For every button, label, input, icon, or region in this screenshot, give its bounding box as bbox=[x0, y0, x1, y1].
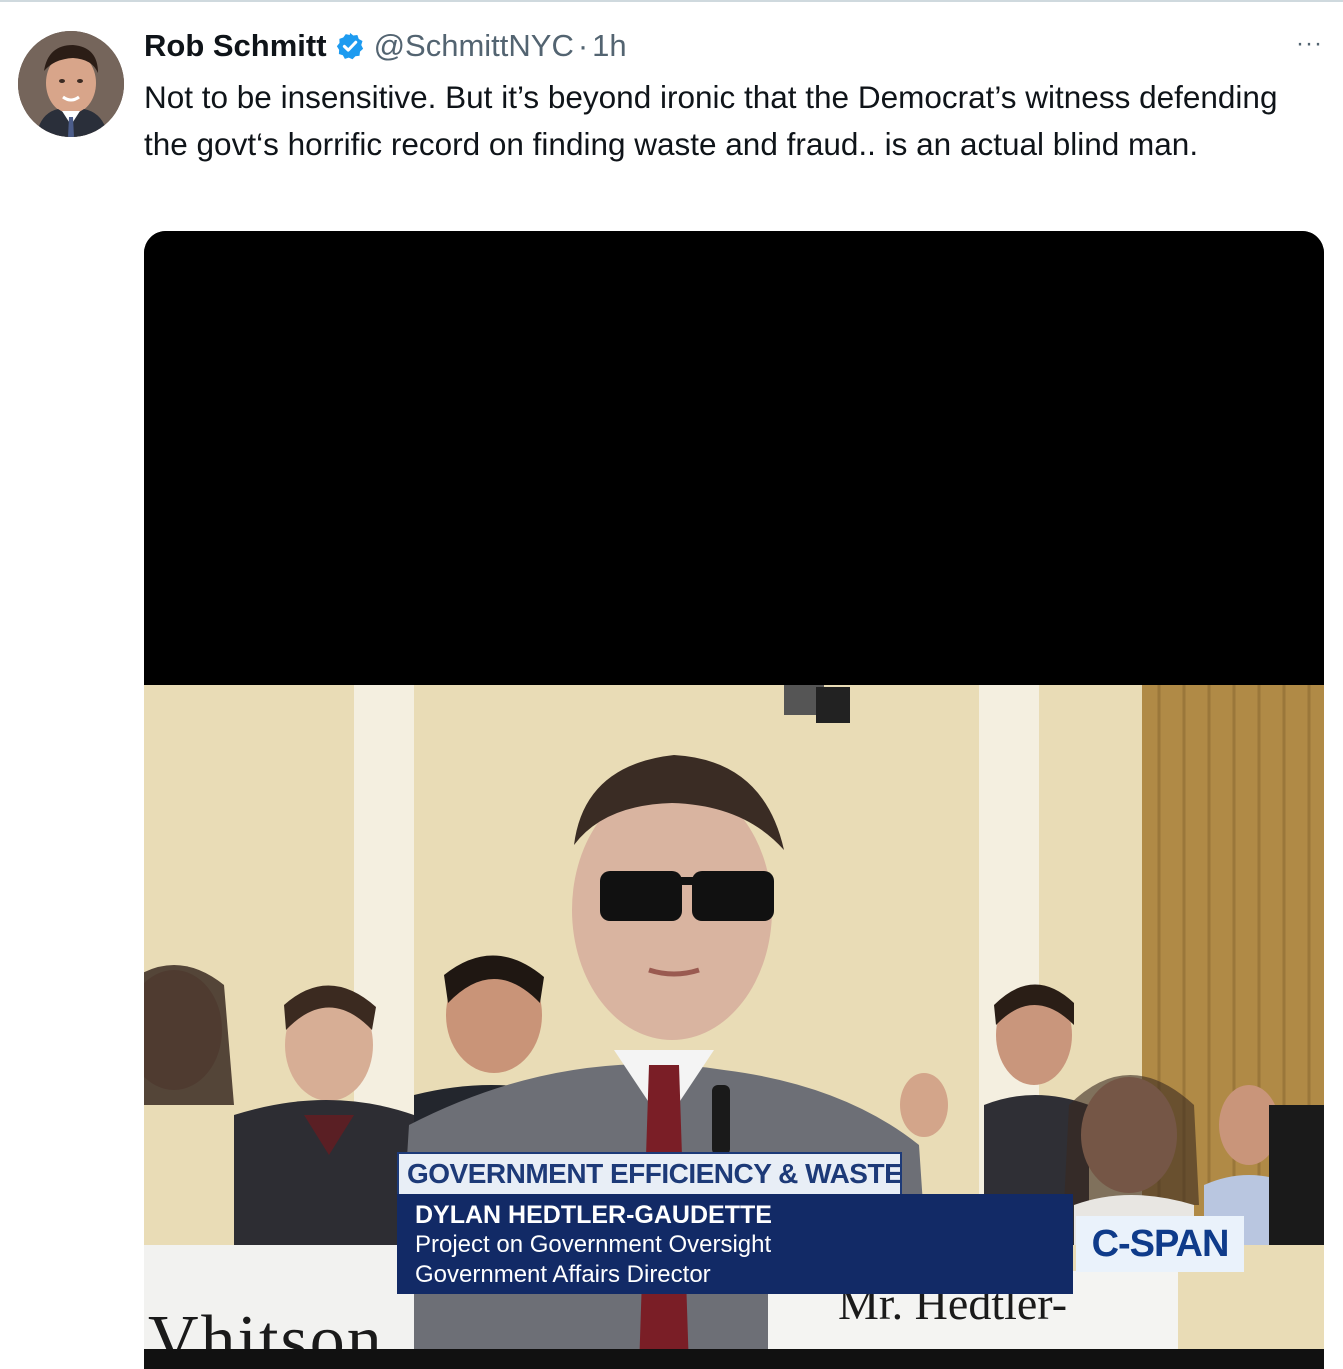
lower-third-organization: Project on Government Oversight bbox=[415, 1231, 772, 1258]
lower-third-title: GOVERNMENT EFFICIENCY & WASTE bbox=[397, 1152, 903, 1196]
avatar[interactable] bbox=[18, 31, 124, 137]
display-name[interactable]: Rob Schmitt bbox=[144, 28, 327, 64]
verified-badge-icon bbox=[335, 31, 365, 61]
tweet-text: Not to be insensitive. But it’s beyond i… bbox=[144, 79, 1278, 162]
more-dots-icon[interactable]: ··· bbox=[1296, 32, 1323, 56]
network-logo: C-SPAN bbox=[1076, 1216, 1244, 1272]
video-bottom-bar bbox=[144, 1349, 1324, 1369]
lower-third-body: DYLAN HEDTLER-GAUDETTE Project on Govern… bbox=[397, 1194, 1073, 1294]
lower-third-name: DYLAN HEDTLER-GAUDETTE bbox=[415, 1201, 772, 1229]
video-letterbox bbox=[144, 231, 1324, 685]
tweet-media-video[interactable]: Vhitson Mr. Hedtler- GOVERNMENT EFFICIEN… bbox=[144, 231, 1324, 1369]
separator-dot: · bbox=[577, 28, 589, 63]
lower-third-role: Government Affairs Director bbox=[415, 1261, 711, 1288]
top-divider bbox=[0, 0, 1343, 2]
tweet-header: Rob Schmitt @SchmittNYC · 1h bbox=[144, 26, 627, 66]
timestamp[interactable]: 1h bbox=[592, 28, 626, 64]
handle[interactable]: @SchmittNYC bbox=[374, 28, 574, 64]
